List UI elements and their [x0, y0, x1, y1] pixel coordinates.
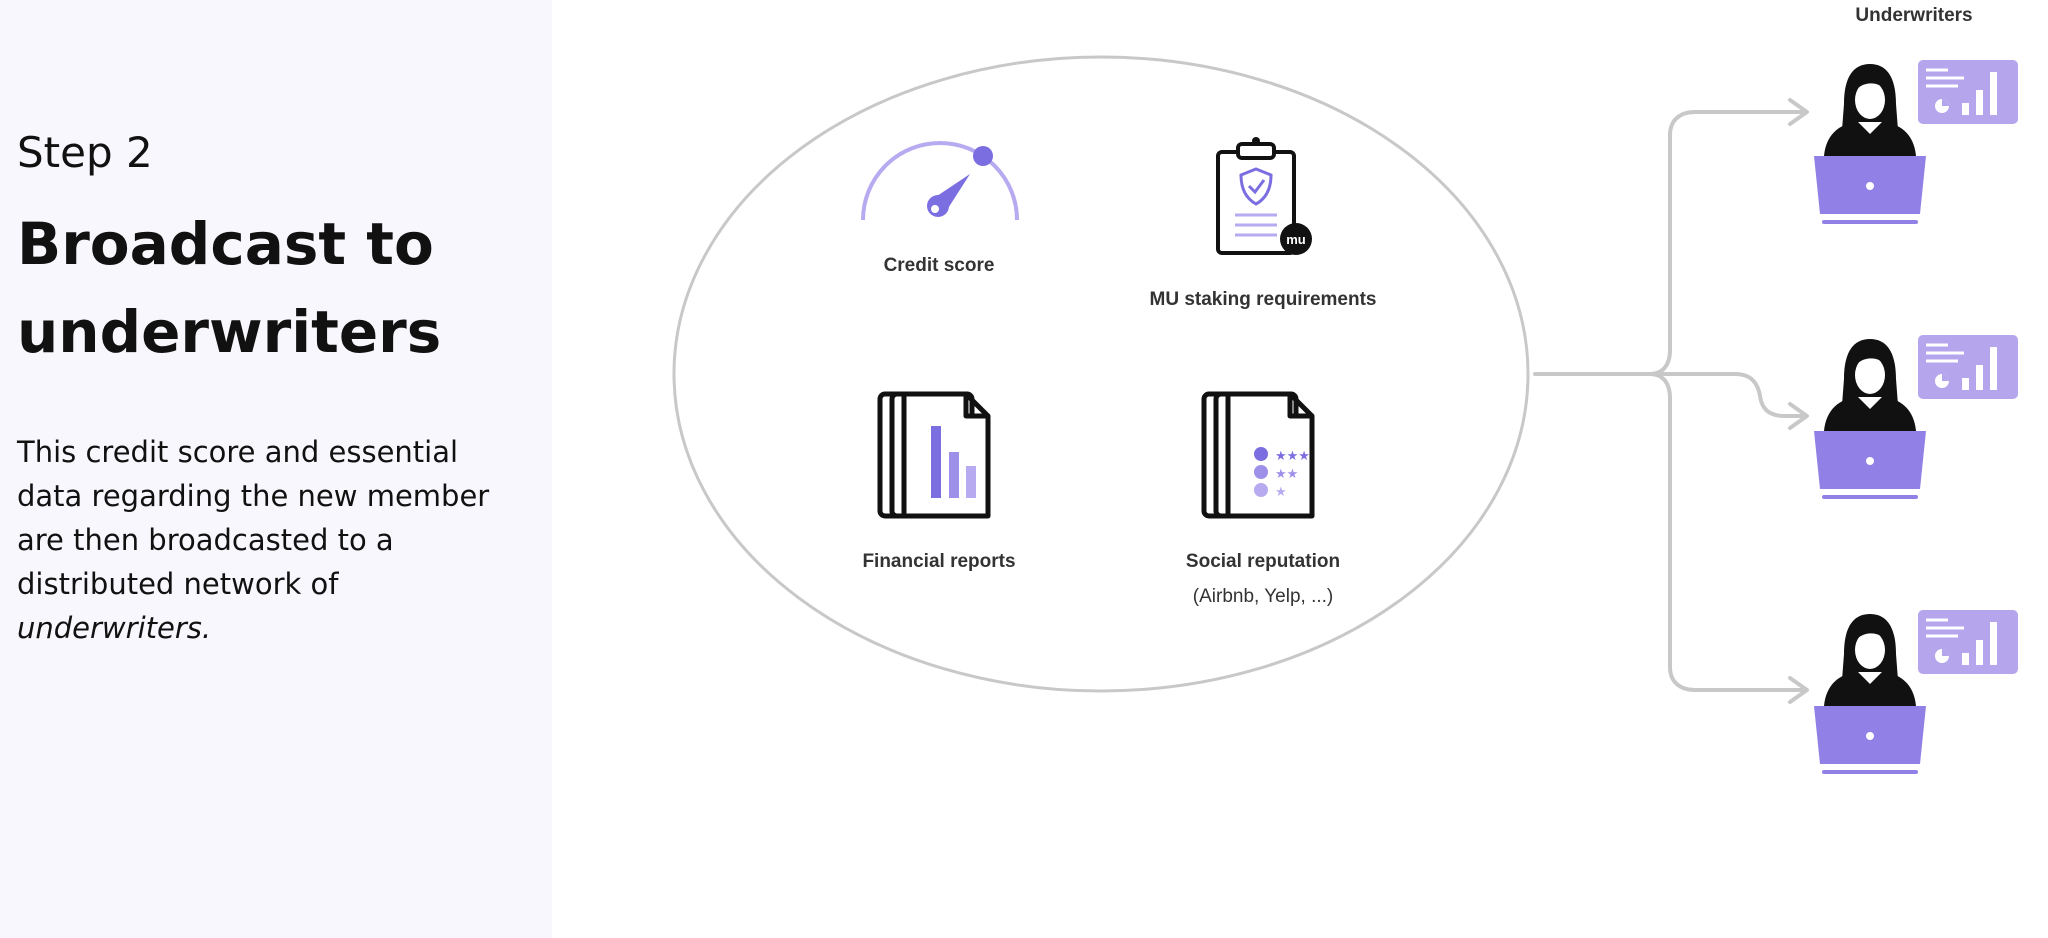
credit-score-label: Credit score — [883, 255, 995, 276]
data-bundle-ellipse — [672, 55, 1530, 693]
underwriter-3 — [1812, 608, 2020, 776]
svg-text:★★★: ★★★ — [1275, 449, 1310, 464]
rating-documents-icon: ★★★ ★★ ★ — [1204, 394, 1312, 516]
underwriter-1 — [1812, 58, 2020, 226]
financial-reports-label: Financial reports — [862, 551, 1016, 572]
mu-badge: mu — [1280, 223, 1312, 255]
svg-text:★: ★ — [1275, 485, 1287, 500]
social-reputation-examples: (Airbnb, Yelp, ...) — [1192, 586, 1334, 607]
social-reputation-label: Social reputation — [1185, 551, 1341, 572]
mu-staking-label: MU staking requirements — [1149, 289, 1377, 310]
underwriter-2 — [1812, 333, 2020, 501]
mu-badge-text: mu — [1286, 232, 1306, 247]
underwriters-heading: Underwriters — [1855, 5, 1973, 26]
svg-text:★★: ★★ — [1275, 467, 1298, 482]
financial-documents-icon — [880, 394, 988, 516]
broadcast-connectors — [1533, 98, 1809, 704]
broadcast-diagram: mu ★★★ ★★ ★ — [672, 55, 2020, 776]
